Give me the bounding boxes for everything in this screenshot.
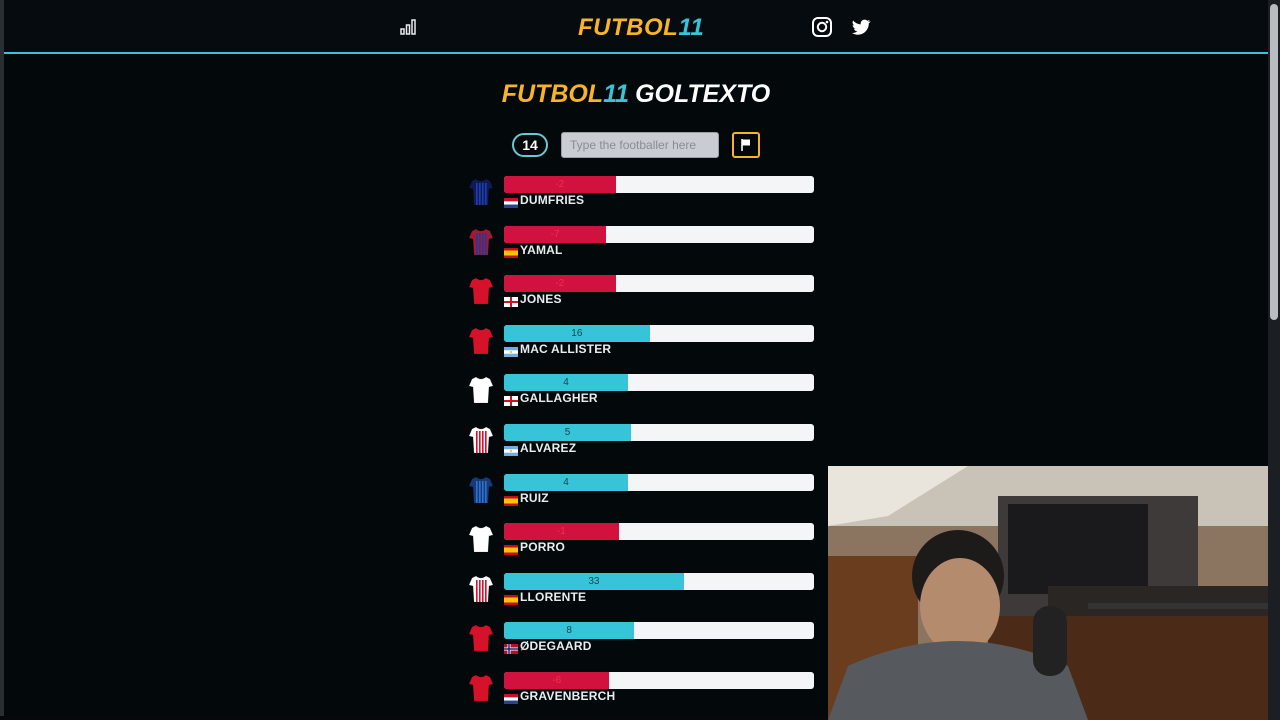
twitter-icon[interactable] bbox=[850, 16, 872, 43]
guess-row: 33 LLORENTE bbox=[462, 572, 822, 612]
proximity-value: 4 bbox=[563, 377, 569, 389]
player-name: JONES bbox=[520, 292, 562, 307]
nationality-flag-icon bbox=[504, 493, 518, 506]
nationality-flag-icon bbox=[504, 443, 518, 456]
club-shirt-icon bbox=[468, 623, 494, 653]
guess-row: -2 JONES bbox=[462, 274, 822, 314]
club-shirt-icon bbox=[468, 177, 494, 207]
scrollbar-thumb[interactable] bbox=[1270, 4, 1278, 320]
guess-row: 8 ØDEGAARD bbox=[462, 621, 822, 661]
player-name: PORRO bbox=[520, 540, 566, 555]
nationality-flag-icon bbox=[504, 691, 518, 704]
proximity-bar: 8 bbox=[504, 622, 814, 640]
proximity-bar: 5 bbox=[504, 424, 814, 441]
club-shirt-icon bbox=[468, 425, 494, 455]
proximity-value: 5 bbox=[564, 427, 571, 438]
player-name: YAMAL bbox=[520, 242, 563, 257]
guess-row: 4 GALLAGHER bbox=[462, 373, 822, 413]
guess-count-badge: 14 bbox=[512, 133, 548, 157]
guess-row: 16 MAC ALLISTER bbox=[462, 324, 822, 364]
proximity-value: -2 bbox=[555, 179, 565, 190]
player-name: DUMFRIES bbox=[520, 193, 585, 207]
club-shirt-icon bbox=[468, 524, 494, 554]
club-shirt-icon bbox=[468, 227, 494, 257]
proximity-value: 33 bbox=[588, 575, 600, 587]
proximity-bar: -2 bbox=[504, 176, 814, 193]
nationality-flag-icon bbox=[504, 542, 518, 556]
stats-icon[interactable] bbox=[399, 16, 419, 41]
nationality-flag-icon bbox=[504, 641, 518, 655]
proximity-bar: -2 bbox=[504, 275, 814, 293]
proximity-value: -2 bbox=[555, 278, 565, 290]
player-name: ALVAREZ bbox=[520, 441, 577, 455]
flag-icon bbox=[741, 139, 750, 151]
nationality-flag-icon bbox=[504, 592, 518, 605]
player-name: LLORENTE bbox=[520, 589, 587, 604]
club-shirt-icon bbox=[468, 574, 494, 604]
nationality-flag-icon bbox=[504, 195, 518, 208]
player-name: RUIZ bbox=[520, 490, 549, 505]
site-logo[interactable]: FUTBOL11 bbox=[578, 14, 704, 42]
proximity-value: -6 bbox=[552, 675, 562, 686]
nationality-flag-icon bbox=[504, 344, 518, 357]
proximity-value: 8 bbox=[566, 625, 572, 637]
club-shirt-icon bbox=[468, 276, 494, 306]
proximity-bar: 4 bbox=[504, 374, 814, 392]
proximity-bar: 33 bbox=[504, 572, 814, 590]
club-shirt-icon bbox=[468, 375, 494, 405]
instagram-icon[interactable] bbox=[811, 16, 833, 43]
guess-row: -1 PORRO bbox=[462, 522, 822, 562]
player-name: ØDEGAARD bbox=[520, 639, 592, 654]
proximity-value: -1 bbox=[556, 526, 566, 538]
guess-row: -6 GRAVENBERCH bbox=[462, 671, 822, 711]
proximity-value: -7 bbox=[550, 228, 560, 240]
player-name: GALLAGHER bbox=[520, 391, 598, 406]
proximity-bar: 16 bbox=[504, 324, 814, 342]
club-shirt-icon bbox=[468, 673, 494, 703]
guess-row: 5 ALVAREZ bbox=[462, 423, 822, 463]
guess-row: -2 DUMFRIES bbox=[462, 175, 822, 215]
nationality-flag-icon bbox=[504, 245, 518, 258]
proximity-bar: -1 bbox=[504, 523, 814, 541]
player-name: GRAVENBERCH bbox=[520, 689, 616, 703]
club-shirt-icon bbox=[468, 475, 494, 505]
nationality-flag-icon bbox=[504, 393, 518, 407]
webcam-overlay bbox=[828, 466, 1280, 720]
proximity-bar: 4 bbox=[504, 473, 814, 491]
proximity-value: 4 bbox=[563, 476, 569, 488]
proximity-bar: -7 bbox=[504, 225, 814, 243]
top-navbar: FUTBOL11 bbox=[4, 0, 1268, 54]
player-name: MAC ALLISTER bbox=[520, 341, 612, 356]
guess-row: -7 YAMAL bbox=[462, 225, 822, 265]
page-title: FUTBOL11 GOLTEXTO bbox=[501, 80, 771, 108]
give-up-button[interactable] bbox=[732, 132, 760, 158]
nationality-flag-icon bbox=[504, 294, 518, 308]
footballer-search-input[interactable]: Type the footballer here bbox=[561, 132, 719, 158]
proximity-value: 16 bbox=[571, 327, 583, 339]
proximity-bar: -6 bbox=[504, 672, 814, 689]
club-shirt-icon bbox=[468, 326, 494, 356]
guess-row: 4 RUIZ bbox=[462, 473, 822, 513]
